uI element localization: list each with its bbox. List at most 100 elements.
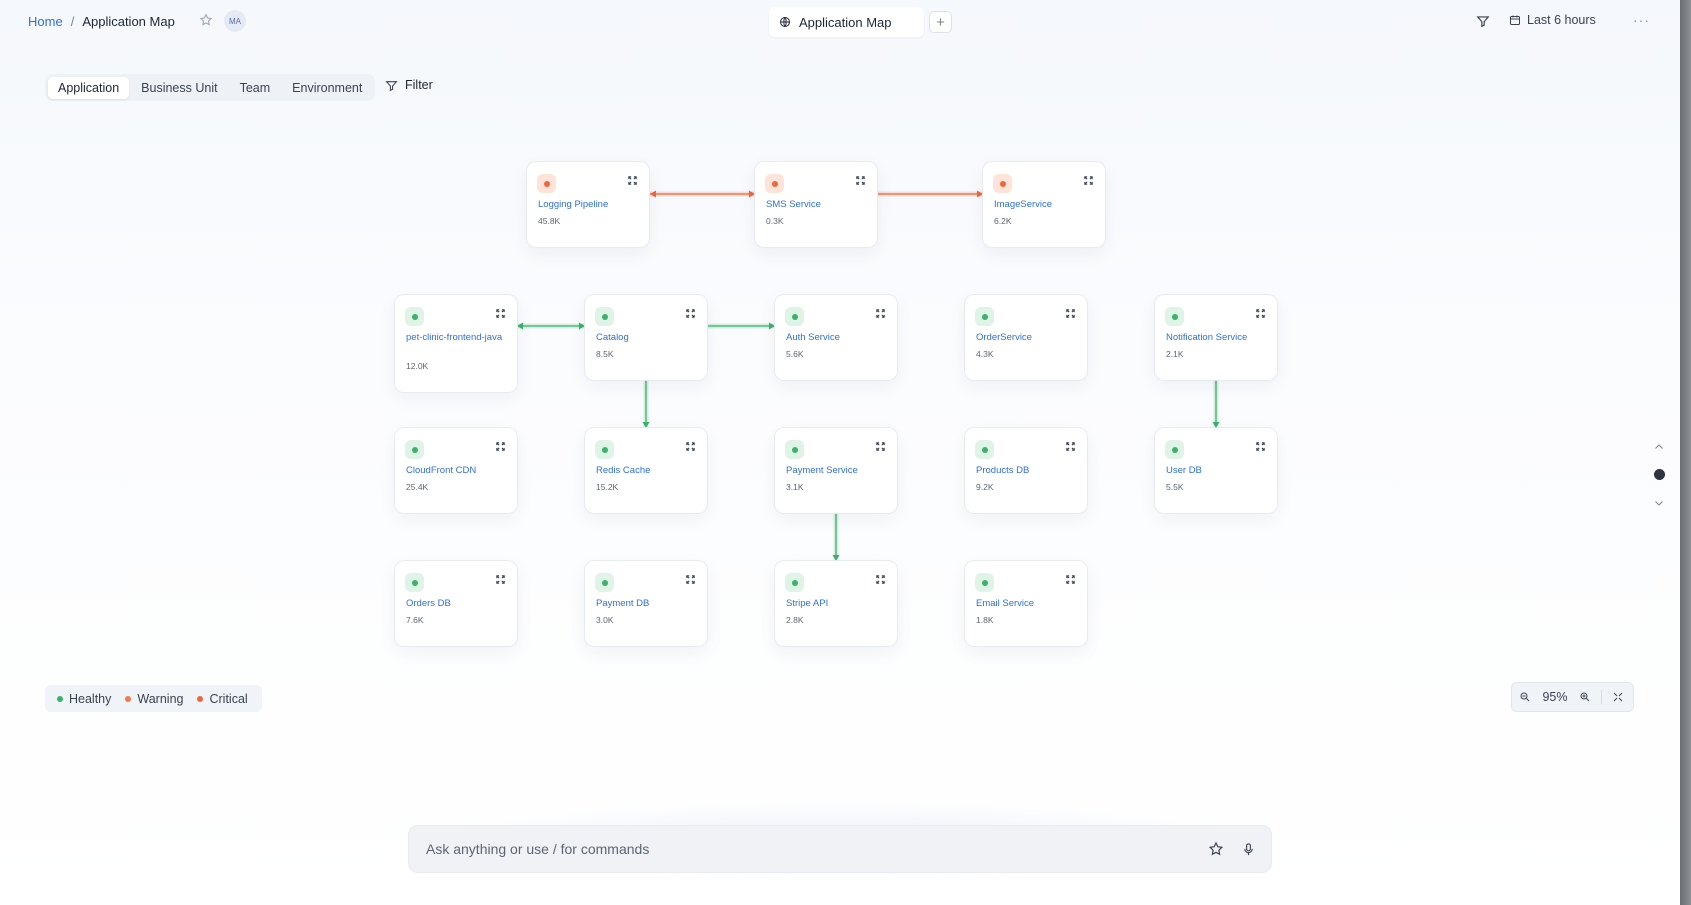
service-node-ordersdb[interactable]: Orders DB 7.6K bbox=[395, 561, 517, 646]
service-node-image[interactable]: ImageService 6.2K bbox=[983, 162, 1105, 247]
service-request-count: 15.2K bbox=[596, 482, 619, 492]
service-node-payment[interactable]: Payment Service 3.1K bbox=[775, 428, 897, 513]
status-dot bbox=[1171, 313, 1178, 320]
status-indicator bbox=[595, 307, 614, 326]
status-dot bbox=[543, 180, 550, 187]
service-node-userdb[interactable]: User DB 5.5K bbox=[1155, 428, 1277, 513]
service-request-count: 9.2K bbox=[976, 482, 994, 492]
status-dot bbox=[981, 313, 988, 320]
service-name[interactable]: CloudFront CDN bbox=[406, 465, 506, 477]
expand-icon[interactable] bbox=[627, 173, 639, 185]
expand-icon[interactable] bbox=[1065, 306, 1077, 318]
service-name[interactable]: Products DB bbox=[976, 465, 1076, 477]
service-request-count: 45.8K bbox=[538, 216, 561, 226]
expand-icon[interactable] bbox=[1083, 173, 1095, 185]
expand-icon[interactable] bbox=[685, 439, 697, 451]
expand-icon[interactable] bbox=[1065, 439, 1077, 451]
service-name[interactable]: User DB bbox=[1166, 465, 1266, 477]
expand-icon[interactable] bbox=[1255, 439, 1267, 451]
service-node-order[interactable]: OrderService 4.3K bbox=[965, 295, 1087, 380]
status-dot bbox=[771, 180, 778, 187]
expand-icon[interactable] bbox=[1255, 306, 1267, 318]
service-node-auth[interactable]: Auth Service 5.6K bbox=[775, 295, 897, 380]
edge-catalog-redis bbox=[642, 380, 650, 428]
status-indicator bbox=[1165, 440, 1184, 459]
service-node-sms[interactable]: SMS Service 0.3K bbox=[755, 162, 877, 247]
service-node-productsdb[interactable]: Products DB 9.2K bbox=[965, 428, 1087, 513]
service-name[interactable]: Payment DB bbox=[596, 598, 696, 610]
service-node-stripe[interactable]: Stripe API 2.8K bbox=[775, 561, 897, 646]
service-name[interactable]: OrderService bbox=[976, 332, 1076, 344]
application-map-canvas[interactable]: Logging Pipeline 45.8K SMS Service 0.3K Imag… bbox=[0, 0, 1680, 905]
service-name[interactable]: Orders DB bbox=[406, 598, 506, 610]
legend-critical-label: Critical bbox=[209, 691, 248, 706]
service-name[interactable]: Notification Service bbox=[1166, 332, 1266, 344]
status-dot bbox=[791, 313, 798, 320]
service-request-count: 5.6K bbox=[786, 349, 804, 359]
window-edge bbox=[1680, 0, 1691, 905]
legend-warning-label: Warning bbox=[137, 691, 184, 706]
service-name[interactable]: Logging Pipeline bbox=[538, 199, 638, 211]
service-name[interactable]: pet-clinic-frontend-java bbox=[406, 332, 506, 344]
fit-to-screen-icon[interactable] bbox=[1605, 691, 1631, 703]
expand-icon[interactable] bbox=[875, 439, 887, 451]
star-icon[interactable] bbox=[1207, 840, 1225, 858]
service-request-count: 5.5K bbox=[1166, 482, 1184, 492]
service-name[interactable]: Payment Service bbox=[786, 465, 886, 477]
page-indicator-dot[interactable] bbox=[1654, 469, 1665, 480]
status-dot bbox=[981, 446, 988, 453]
status-dot bbox=[411, 446, 418, 453]
chevron-down-icon[interactable] bbox=[1653, 496, 1667, 510]
service-node-catalog[interactable]: Catalog 8.5K bbox=[585, 295, 707, 380]
legend-healthy-dot bbox=[57, 695, 63, 702]
status-dot bbox=[981, 579, 988, 586]
service-node-paymentdb[interactable]: Payment DB 3.0K bbox=[585, 561, 707, 646]
status-indicator bbox=[595, 440, 614, 459]
service-node-email[interactable]: Email Service 1.8K bbox=[965, 561, 1087, 646]
service-node-logging[interactable]: Logging Pipeline 45.8K bbox=[527, 162, 649, 247]
zoom-out-icon[interactable] bbox=[1512, 691, 1538, 703]
service-name[interactable]: Auth Service bbox=[786, 332, 886, 344]
expand-icon[interactable] bbox=[495, 306, 507, 318]
expand-icon[interactable] bbox=[685, 572, 697, 584]
service-request-count: 3.0K bbox=[596, 615, 614, 625]
legend-warning: Warning bbox=[125, 692, 183, 706]
zoom-in-icon[interactable] bbox=[1572, 691, 1598, 703]
status-indicator bbox=[975, 573, 994, 592]
chevron-up-icon[interactable] bbox=[1653, 440, 1667, 454]
service-request-count: 8.5K bbox=[596, 349, 614, 359]
expand-icon[interactable] bbox=[685, 306, 697, 318]
service-name[interactable]: ImageService bbox=[994, 199, 1094, 211]
status-indicator bbox=[1165, 307, 1184, 326]
expand-icon[interactable] bbox=[495, 572, 507, 584]
status-dot bbox=[791, 579, 798, 586]
service-node-redis[interactable]: Redis Cache 15.2K bbox=[585, 428, 707, 513]
ask-input[interactable]: Ask anything or use / for commands bbox=[408, 825, 1272, 873]
service-request-count: 7.6K bbox=[406, 615, 424, 625]
status-dot bbox=[1171, 446, 1178, 453]
service-name[interactable]: Email Service bbox=[976, 598, 1076, 610]
expand-icon[interactable] bbox=[855, 173, 867, 185]
status-indicator bbox=[765, 174, 784, 193]
service-node-petclinic[interactable]: pet-clinic-frontend-java 12.0K bbox=[395, 295, 517, 392]
edge-catalog-auth bbox=[708, 322, 775, 330]
status-indicator bbox=[405, 307, 424, 326]
service-name[interactable]: SMS Service bbox=[766, 199, 866, 211]
expand-icon[interactable] bbox=[875, 572, 887, 584]
status-dot bbox=[601, 313, 608, 320]
service-name[interactable]: Stripe API bbox=[786, 598, 886, 610]
status-dot bbox=[601, 446, 608, 453]
service-node-notification[interactable]: Notification Service 2.1K bbox=[1155, 295, 1277, 380]
service-name[interactable]: Catalog bbox=[596, 332, 696, 344]
microphone-icon[interactable] bbox=[1239, 840, 1257, 858]
legend-critical: Critical bbox=[197, 691, 248, 706]
expand-icon[interactable] bbox=[875, 306, 887, 318]
service-node-cloudfront[interactable]: CloudFront CDN 25.4K bbox=[395, 428, 517, 513]
service-request-count: 1.8K bbox=[976, 615, 994, 625]
service-request-count: 25.4K bbox=[406, 482, 429, 492]
service-request-count: 3.1K bbox=[786, 482, 804, 492]
expand-icon[interactable] bbox=[495, 439, 507, 451]
service-request-count: 4.3K bbox=[976, 349, 994, 359]
service-name[interactable]: Redis Cache bbox=[596, 465, 696, 477]
expand-icon[interactable] bbox=[1065, 572, 1077, 584]
